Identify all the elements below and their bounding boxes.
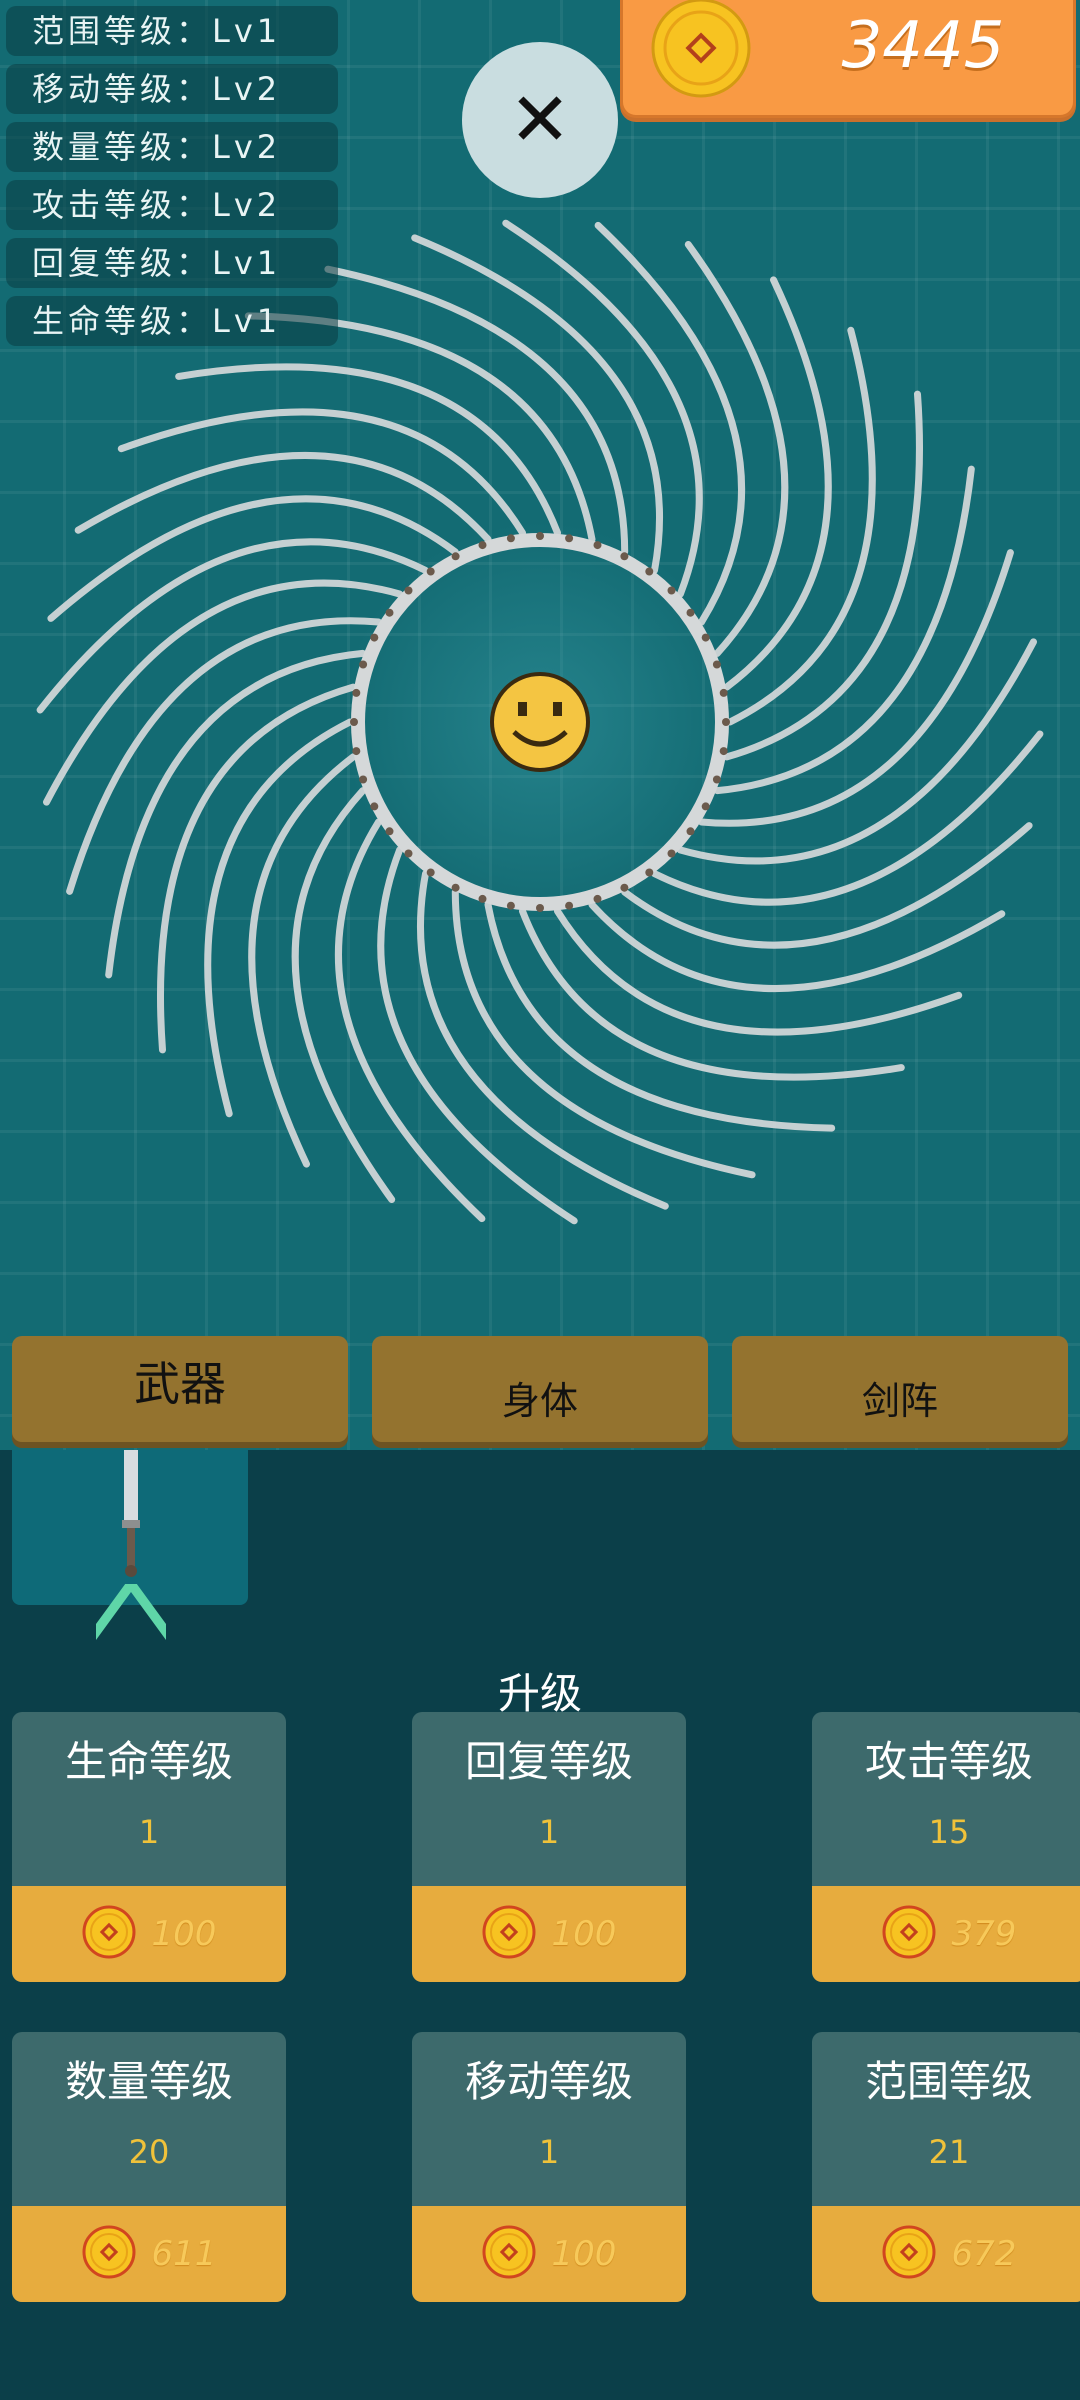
upgrade-level: 1 [538,2133,560,2171]
hilt [385,827,394,836]
hilt [404,849,413,858]
hilt [645,868,654,877]
stat-range-level: 范围等级：Lv1 [6,6,338,56]
hilt [701,802,710,811]
hilt [620,552,629,561]
upgrade-buy-button[interactable]: 672 [812,2206,1080,2302]
upgrade-buy-button[interactable]: 100 [12,1886,286,1982]
weapon-slot[interactable] [12,1450,248,1605]
hilt [352,688,361,697]
hilt [719,747,728,756]
upgrade-level: 20 [128,2133,170,2171]
hilt [426,567,435,576]
upgrade-level: 1 [538,1813,560,1851]
hilt [426,868,435,877]
upgrade-name: 数量等级 [64,2057,233,2106]
hilt [620,883,629,892]
hilt [712,660,721,669]
hilt [593,894,602,903]
coin-amount: 3445 [841,9,1005,83]
stat-level-list: 范围等级：Lv1 移动等级：Lv2 数量等级：Lv2 攻击等级：Lv2 回复等级… [6,6,338,354]
coin-counter: 3445 [620,0,1076,118]
gold-coin-icon [482,1905,536,1963]
upgrade-level: 15 [928,1813,970,1851]
tab-formation[interactable]: 剑阵 [732,1336,1068,1442]
chevron-up-icon [96,1584,166,1640]
hilt [506,534,515,543]
category-tabs: 武器 身体 剑阵 [0,1336,1080,1446]
upgrade-price: 100 [551,2234,617,2274]
hilt [686,827,695,836]
hilt [667,849,676,858]
hilt [451,883,460,892]
stat-move-level: 移动等级：Lv2 [6,64,338,114]
close-icon: ✕ [508,77,571,163]
upgrade-card-attack[interactable]: 攻击等级 15 379 [812,1712,1080,1982]
hilt [686,608,695,617]
hilt [645,567,654,576]
gold-coin-icon [82,2225,136,2283]
hilt [451,552,460,561]
hilt [352,747,361,756]
upgrade-name: 回复等级 [464,1737,633,1786]
upgrade-name: 移动等级 [464,2057,633,2106]
hilt [565,901,574,910]
hilt [350,718,358,726]
upgrade-price: 100 [551,1914,617,1954]
gold-coin-icon [882,1905,936,1963]
hilt [722,718,730,726]
hilt [667,586,676,595]
upgrade-name: 生命等级 [64,1737,233,1786]
hilt [478,894,487,903]
upgrade-level: 1 [138,1813,160,1851]
hilt [370,633,379,642]
tab-body[interactable]: 身体 [372,1336,708,1442]
hilt [712,775,721,784]
upgrade-price: 672 [951,2234,1017,2274]
smiley-face-icon [490,672,590,772]
close-button[interactable]: ✕ [462,42,618,198]
upgrade-price: 611 [151,2234,217,2274]
upgrade-card-count[interactable]: 数量等级 20 611 [12,2032,286,2302]
hilt [478,541,487,550]
upgrade-name: 范围等级 [864,2057,1033,2106]
gold-coin-icon [482,2225,536,2283]
upgrade-card-life[interactable]: 生命等级 1 100 [12,1712,286,1982]
hilt [359,660,368,669]
gold-coin-icon [651,0,751,98]
blade [484,901,836,1132]
hilt [506,901,515,910]
sword-icon [122,1450,140,1577]
upgrade-card-move[interactable]: 移动等级 1 100 [412,2032,686,2302]
hilt [593,541,602,550]
hilt [719,688,728,697]
tab-weapon[interactable]: 武器 [12,1336,348,1442]
stat-regen-level: 回复等级：Lv1 [6,238,338,288]
hilt [565,534,574,543]
upgrade-buy-button[interactable]: 611 [12,2206,286,2302]
stat-attack-level: 攻击等级：Lv2 [6,180,338,230]
stat-count-level: 数量等级：Lv2 [6,122,338,172]
hilt [404,586,413,595]
hilt [385,608,394,617]
hilt [701,633,710,642]
upgrade-price: 100 [151,1914,217,1954]
hilt [536,904,544,912]
gold-coin-icon [82,1905,136,1963]
blade [713,465,975,795]
upgrade-card-range[interactable]: 范围等级 21 672 [812,2032,1080,2302]
upgrade-name: 攻击等级 [864,1737,1033,1786]
hilt [370,802,379,811]
hilt [536,532,544,540]
gold-coin-icon [882,2225,936,2283]
upgrade-buy-button[interactable]: 379 [812,1886,1080,1982]
stat-life-level: 生命等级：Lv1 [6,296,338,346]
upgrade-price: 379 [951,1914,1017,1954]
hilt [359,775,368,784]
blade [105,649,367,979]
upgrade-card-regen[interactable]: 回复等级 1 100 [412,1712,686,1982]
upgrade-level: 21 [928,2133,970,2171]
upgrade-buy-button[interactable]: 100 [412,2206,686,2302]
upgrade-buy-button[interactable]: 100 [412,1886,686,1982]
